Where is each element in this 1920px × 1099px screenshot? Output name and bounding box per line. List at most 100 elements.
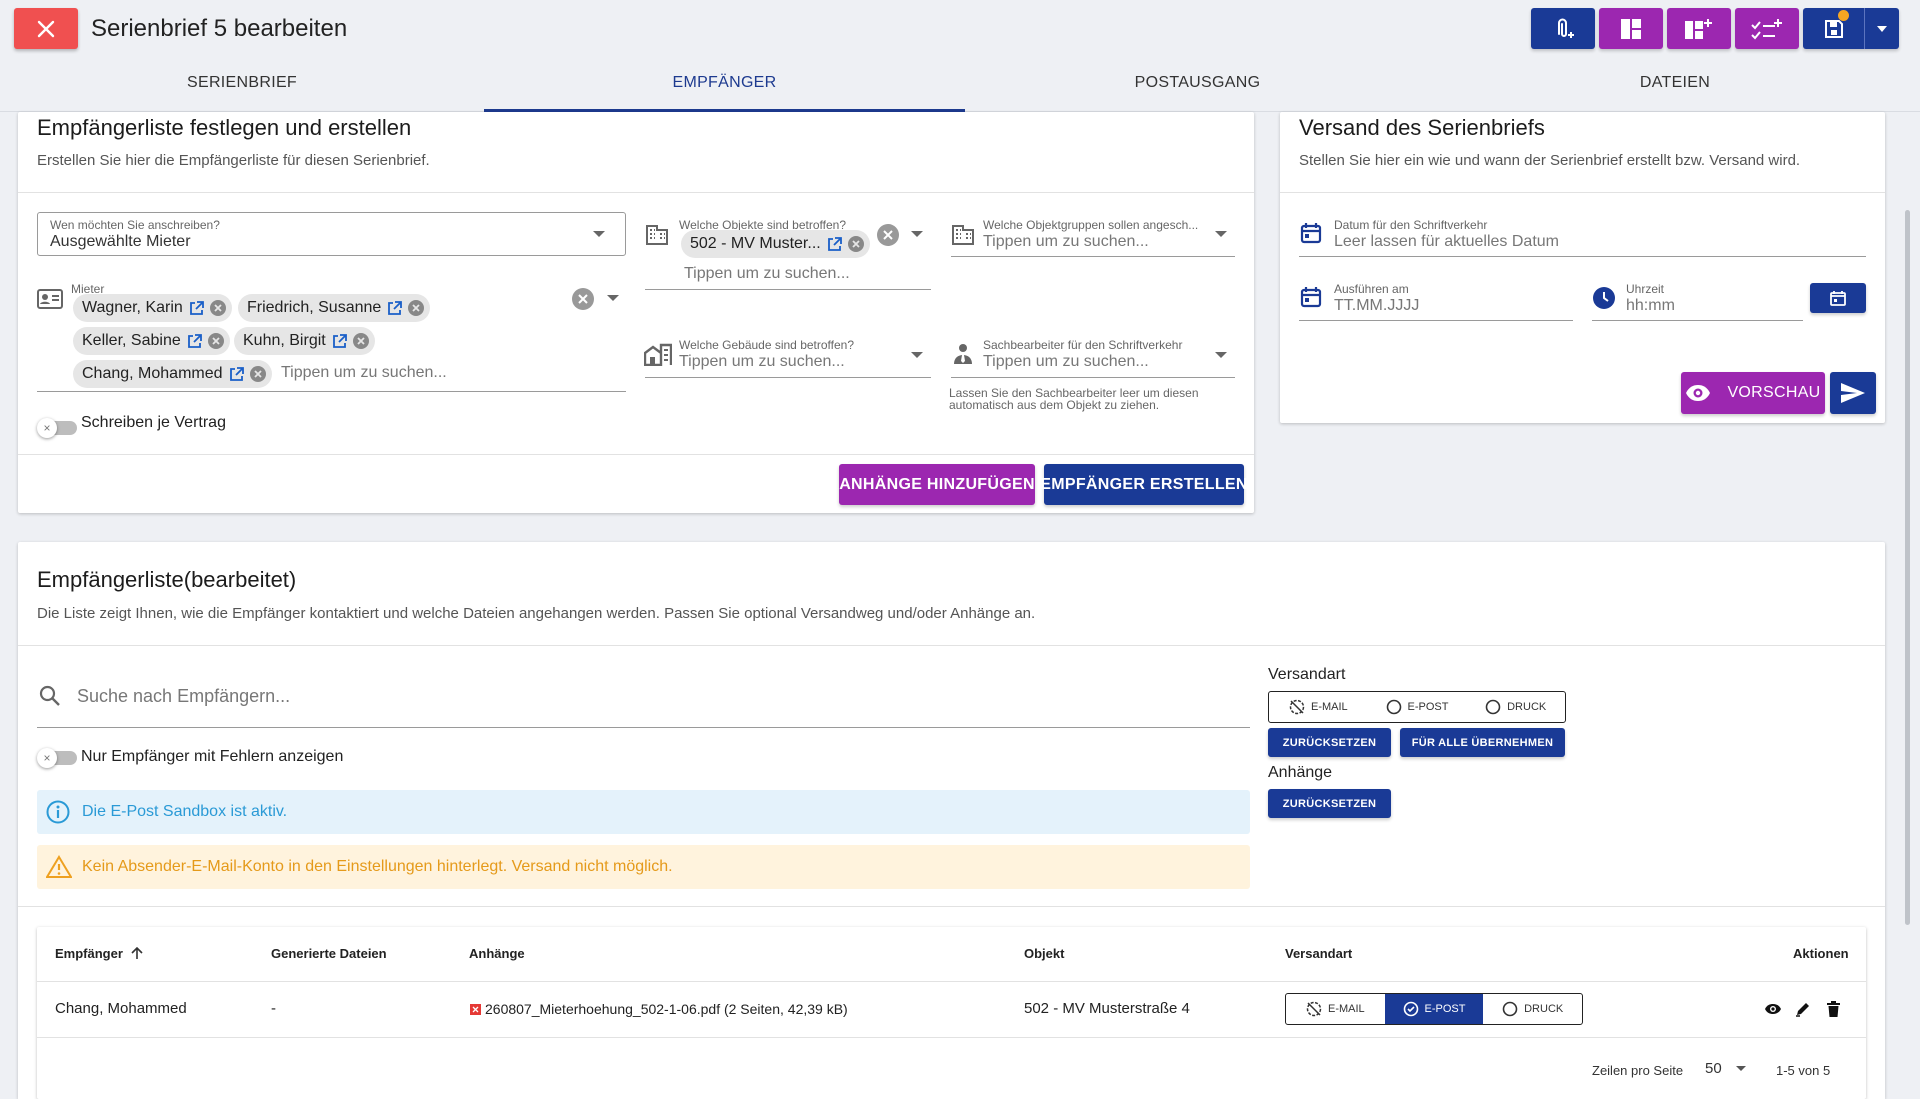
open-external-icon[interactable] (187, 333, 202, 349)
option-email[interactable]: E-MAIL (1269, 692, 1368, 722)
save-menu-toggle[interactable] (1865, 8, 1899, 49)
open-external-icon[interactable] (189, 300, 204, 316)
column-header-actions: Aktionen (1793, 946, 1849, 961)
remove-chip-icon[interactable] (847, 236, 864, 252)
versandart-selector[interactable]: E-MAIL E-POST DRUCK (1268, 691, 1566, 723)
chevron-down-icon (1877, 25, 1887, 32)
row-versandart-selector[interactable]: E-MAIL E-POST DRUCK (1285, 993, 1583, 1025)
clerk-hint: Lassen Sie den Sachbearbeiter leer um di… (949, 387, 1199, 411)
page-title: Serienbrief 5 bearbeiten (91, 15, 348, 42)
chevron-down-icon[interactable] (593, 231, 605, 237)
close-button[interactable] (14, 8, 78, 49)
open-external-icon[interactable] (332, 333, 347, 349)
tab-empfaenger[interactable]: EMPFÄNGER (484, 74, 965, 96)
apply-all-button[interactable]: FÜR ALLE ÜBERNEHMEN (1400, 728, 1565, 757)
toggle-knob: × (37, 748, 57, 768)
column-header-versandart[interactable]: Versandart (1285, 946, 1352, 961)
clerk-search-input[interactable]: Tippen um zu suchen... (983, 353, 1149, 371)
cell-object: 502 - MV Musterstraße 4 (1024, 1000, 1190, 1017)
calendar-icon (1300, 223, 1322, 244)
save-split-button[interactable] (1803, 8, 1899, 49)
rows-per-page-value: 50 (1705, 1060, 1722, 1077)
attachment-name: 260807_Mieterhoehung_502-1-06.pdf (2 Sei… (485, 1001, 848, 1017)
cell-recipient: Chang, Mohammed (55, 1000, 187, 1017)
groups-search-input[interactable]: Tippen um zu suchen... (983, 233, 1149, 251)
divider (18, 192, 1254, 193)
date-input[interactable]: Leer lassen für aktuelles Datum (1334, 233, 1559, 251)
open-external-icon[interactable] (229, 366, 244, 382)
warning-text: Kein Absender-E-Mail-Konto in den Einste… (82, 858, 673, 875)
recipient-search-input[interactable]: Suche nach Empfängern... (77, 686, 290, 707)
tenant-chip[interactable]: Chang, Mohammed (73, 360, 272, 388)
versandart-reset-button[interactable]: ZURÜCKSETZEN (1268, 728, 1391, 757)
errors-only-label: Nur Empfänger mit Fehlern anzeigen (81, 748, 344, 765)
chevron-down-icon[interactable] (1215, 352, 1227, 358)
time-input[interactable]: hh:mm (1626, 297, 1675, 315)
remove-chip-icon[interactable] (352, 333, 369, 349)
option-druck[interactable]: DRUCK (1466, 692, 1565, 722)
clear-icon[interactable] (877, 224, 899, 246)
chevron-down-icon[interactable] (607, 295, 619, 301)
tenants-underline (37, 391, 626, 392)
chip-label: Wagner, Karin (82, 299, 183, 316)
exec-date-input[interactable]: TT.MM.JJJJ (1334, 297, 1419, 315)
add-attachments-button[interactable]: ANHÄNGE HINZUFÜGEN (839, 464, 1035, 505)
option-label: DRUCK (1507, 701, 1547, 713)
checklist-plus-icon (1751, 18, 1782, 39)
save-button[interactable] (1803, 8, 1865, 49)
preview-button[interactable]: VORSCHAU (1681, 372, 1825, 414)
delete-icon[interactable] (1827, 1001, 1840, 1017)
remove-chip-icon[interactable] (207, 333, 224, 349)
tenant-chip[interactable]: Friedrich, Susanne (238, 294, 431, 322)
add-checklist-button[interactable] (1735, 8, 1799, 49)
chip-label: Friedrich, Susanne (247, 299, 382, 316)
open-external-icon[interactable] (387, 300, 403, 316)
tenant-chip[interactable]: Kuhn, Birgit (234, 327, 375, 355)
chip-label: Kuhn, Birgit (243, 332, 326, 349)
clear-icon[interactable] (572, 288, 594, 310)
add-layout-button[interactable] (1667, 8, 1731, 49)
attach-button[interactable] (1531, 8, 1595, 49)
open-external-icon[interactable] (827, 236, 842, 252)
buildings-search-input[interactable]: Tippen um zu suchen... (679, 353, 845, 371)
option-druck[interactable]: DRUCK (1483, 994, 1582, 1024)
scrollbar-thumb[interactable] (1905, 210, 1910, 925)
object-chip[interactable]: 502 - MV Muster... (681, 230, 870, 258)
date-underline (1299, 256, 1866, 257)
tab-dateien[interactable]: DATEIEN (1430, 74, 1920, 96)
unsaved-indicator (1838, 10, 1849, 21)
edit-icon[interactable] (1795, 1001, 1811, 1017)
column-header-attachments[interactable]: Anhänge (469, 946, 525, 961)
remove-chip-icon[interactable] (209, 300, 226, 316)
option-email[interactable]: E-MAIL (1286, 994, 1385, 1024)
objects-search-input[interactable]: Tippen um zu suchen... (684, 265, 850, 283)
option-epost[interactable]: E-POST (1368, 692, 1467, 722)
tab-serienbrief[interactable]: SERIENBRIEF (0, 74, 484, 96)
create-recipients-button[interactable]: EMPFÄNGER ERSTELLEN (1040, 464, 1247, 505)
divider (37, 1037, 1866, 1038)
column-header-recipient[interactable]: Empfänger (55, 946, 143, 961)
layout-button[interactable] (1599, 8, 1663, 49)
table-row[interactable] (37, 982, 1866, 1037)
date-picker-button[interactable] (1810, 283, 1866, 313)
tab-postausgang[interactable]: POSTAUSGANG (965, 74, 1430, 96)
remove-chip-icon[interactable] (249, 366, 266, 382)
tenant-chip[interactable]: Keller, Sabine (73, 327, 230, 355)
option-epost[interactable]: E-POST (1384, 994, 1484, 1024)
tenants-search-input[interactable]: Tippen um zu suchen... (281, 364, 447, 382)
send-button[interactable] (1830, 372, 1876, 414)
rows-per-page-select[interactable]: 50 (1705, 1060, 1746, 1077)
eye-icon[interactable] (1764, 1003, 1782, 1015)
chevron-down-icon[interactable] (911, 231, 923, 237)
remove-chip-icon[interactable] (408, 300, 425, 316)
chevron-down-icon[interactable] (1215, 231, 1227, 237)
cell-attachment[interactable]: 260807_Mieterhoehung_502-1-06.pdf (2 Sei… (470, 1001, 848, 1017)
tenant-chip[interactable]: Wagner, Karin (73, 294, 232, 322)
column-header-generated[interactable]: Generierte Dateien (271, 946, 387, 961)
column-header-object[interactable]: Objekt (1024, 946, 1064, 961)
close-icon (37, 20, 55, 37)
anhaenge-reset-button[interactable]: ZURÜCKSETZEN (1268, 789, 1391, 818)
eye-icon (1686, 385, 1711, 401)
chevron-down-icon[interactable] (911, 352, 923, 358)
building-icon (646, 225, 668, 245)
